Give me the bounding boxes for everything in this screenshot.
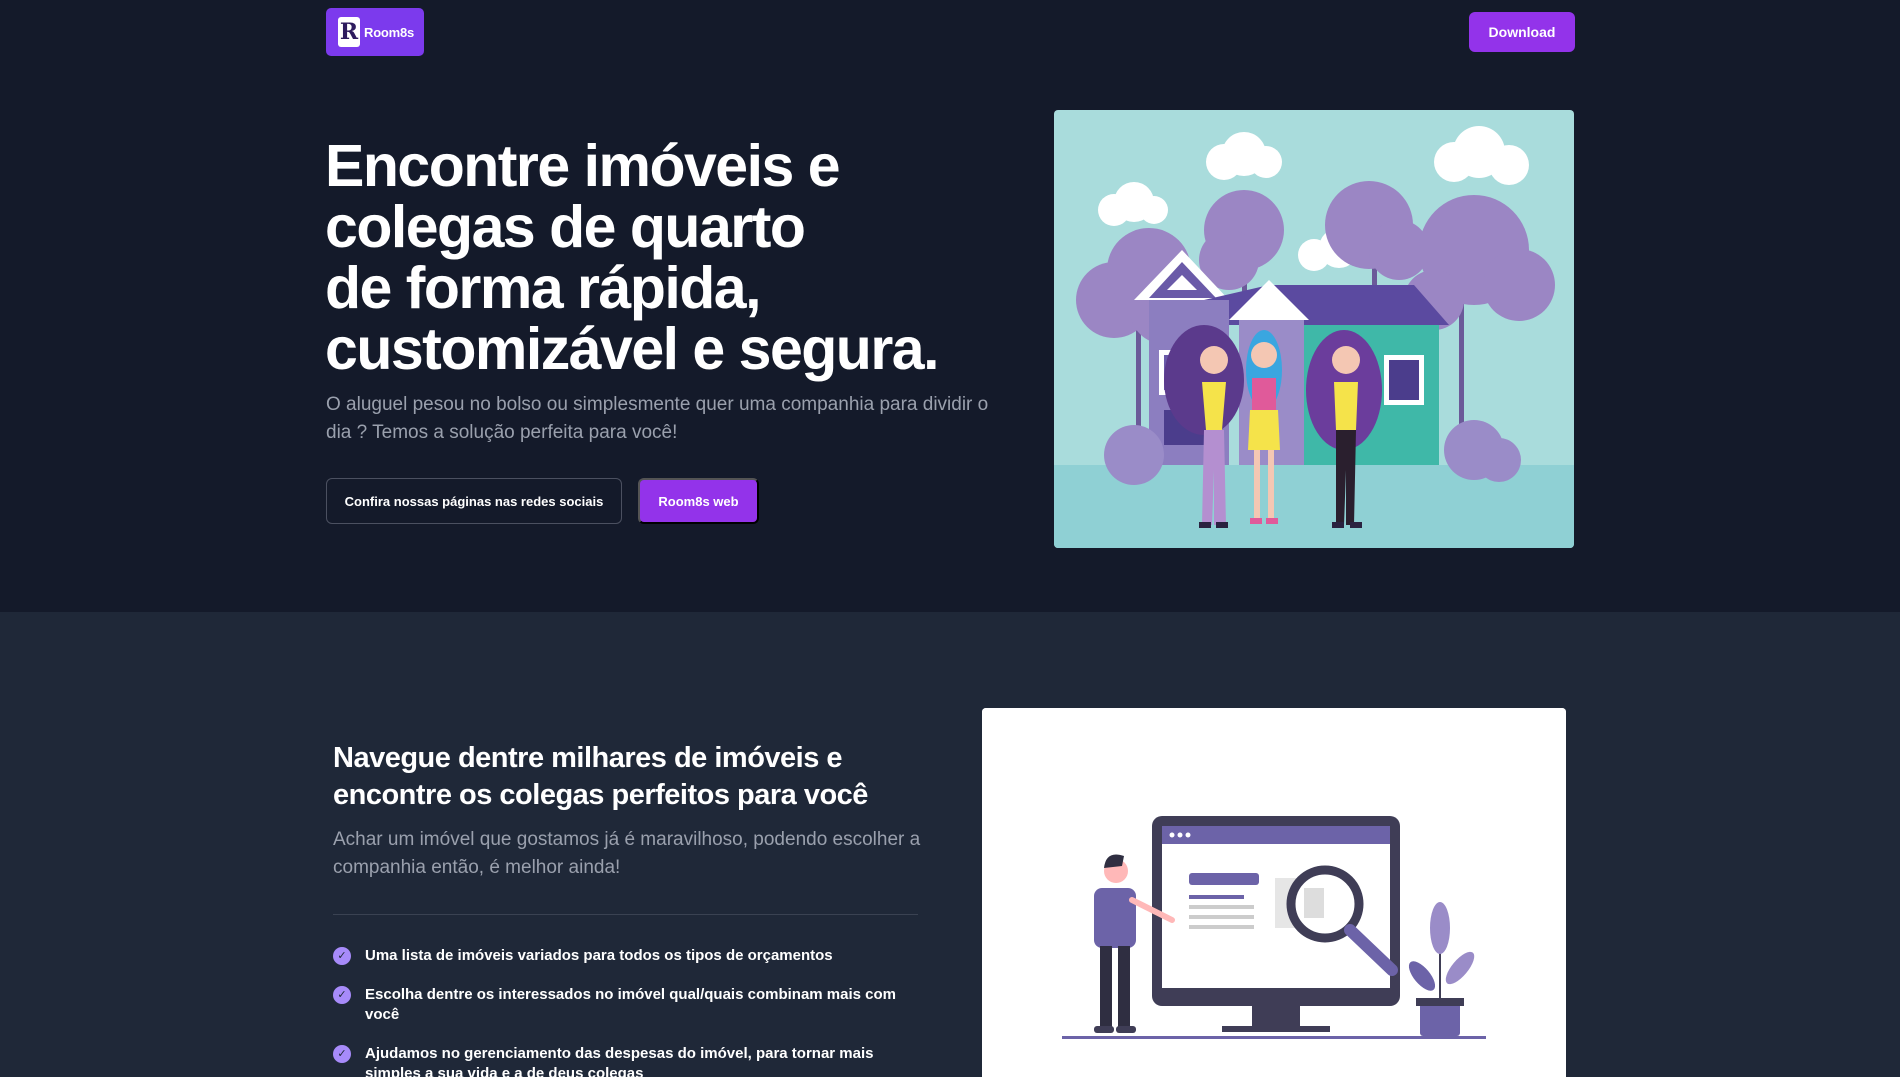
download-button[interactable]: Download: [1469, 12, 1575, 52]
feature-text: Ajudamos no gerenciamento das despesas d…: [365, 1045, 874, 1077]
social-pages-button[interactable]: Confira nossas páginas nas redes sociais: [326, 478, 622, 524]
feature-text: Uma lista de imóveis variados para todos…: [365, 947, 833, 964]
check-circle-icon: ✓: [333, 986, 351, 1004]
features-section: Navegue dentre milhares de imóveis e enc…: [0, 612, 1900, 1077]
divider: [333, 914, 918, 915]
house-roommates-illustration: [1054, 110, 1574, 548]
logo-text: Room8s: [364, 24, 415, 40]
section-subtitle: Achar um imóvel que gostamos já é maravi…: [333, 829, 921, 878]
check-circle-icon: ✓: [333, 947, 351, 965]
check-circle-icon: ✓: [333, 1045, 351, 1063]
feature-item: ✓ Escolha dentre os interessados no imóv…: [333, 985, 933, 1025]
room8s-web-button[interactable]: Room8s web: [638, 478, 759, 524]
feature-item: ✓ Ajudamos no gerenciamento das despesas…: [333, 1044, 933, 1077]
feature-text: Escolha dentre os interessados no imóvel…: [365, 986, 896, 1023]
logo-icon: R: [338, 17, 360, 47]
feature-list: ✓ Uma lista de imóveis variados para tod…: [333, 946, 933, 1077]
search-monitor-illustration: [982, 708, 1566, 1077]
room8s-logo[interactable]: R Room8s: [326, 8, 424, 56]
hero-section: Encontre imóveis e colegas de quarto de …: [0, 0, 1900, 612]
hero-subtitle: O aluguel pesou no bolso ou simplesmente…: [326, 394, 989, 443]
hero-title: Encontre imóveis e colegas de quarto de …: [325, 133, 940, 382]
top-navbar: R Room8s Download: [0, 0, 1900, 64]
section-title: Navegue dentre milhares de imóveis e enc…: [333, 742, 868, 811]
feature-item: ✓ Uma lista de imóveis variados para tod…: [333, 946, 933, 966]
